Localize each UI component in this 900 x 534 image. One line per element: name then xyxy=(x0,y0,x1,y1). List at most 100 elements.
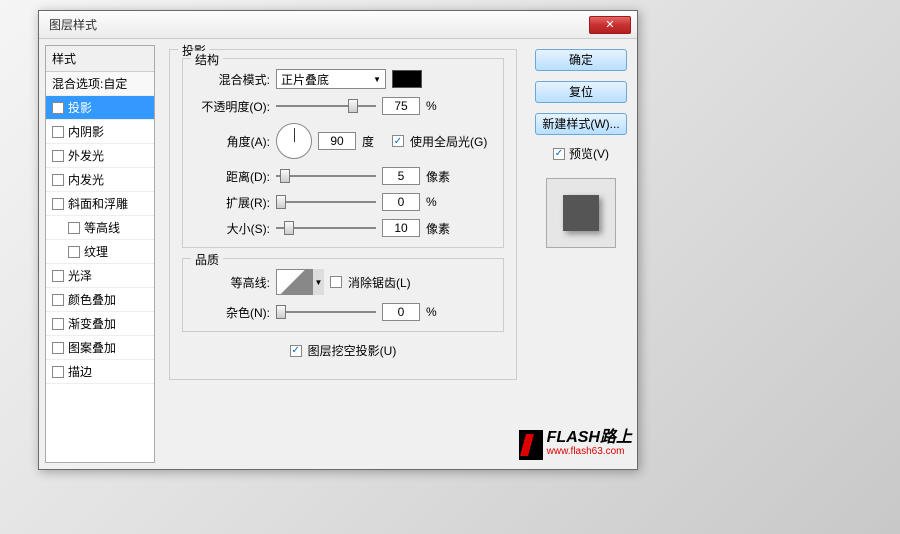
global-light-label: 使用全局光(G) xyxy=(410,133,487,150)
size-slider[interactable] xyxy=(276,220,376,236)
noise-label: 杂色(N): xyxy=(195,304,270,321)
sidebar-item-label: 投影 xyxy=(68,99,92,116)
size-unit: 像素 xyxy=(426,220,450,237)
ok-button[interactable]: 确定 xyxy=(535,49,627,71)
group-title: 品质 xyxy=(191,251,223,268)
checkbox-icon[interactable] xyxy=(52,150,64,162)
sidebar-item-label: 纹理 xyxy=(84,243,108,260)
sidebar-item-label: 内发光 xyxy=(68,171,104,188)
distance-unit: 像素 xyxy=(426,168,450,185)
checkbox-icon[interactable] xyxy=(52,102,64,114)
sidebar-item-label: 描边 xyxy=(68,363,92,380)
titlebar[interactable]: 图层样式 ✕ xyxy=(39,11,637,39)
checkbox-icon[interactable] xyxy=(52,318,64,330)
spread-slider[interactable] xyxy=(276,194,376,210)
distance-label: 距离(D): xyxy=(195,168,270,185)
contour-label: 等高线: xyxy=(195,274,270,291)
new-style-button[interactable]: 新建样式(W)... xyxy=(535,113,627,135)
size-row: 大小(S): 10 像素 xyxy=(195,219,491,237)
sidebar-item-outer-glow[interactable]: 外发光 xyxy=(46,144,154,168)
sidebar-item-label: 光泽 xyxy=(68,267,92,284)
contour-row: 等高线: ▼ 消除锯齿(L) xyxy=(195,269,491,295)
sidebar-item-drop-shadow[interactable]: 投影 xyxy=(46,96,154,120)
sidebar-item-texture[interactable]: 纹理 xyxy=(46,240,154,264)
checkbox-icon[interactable] xyxy=(52,174,64,186)
sidebar-item-label: 颜色叠加 xyxy=(68,291,116,308)
opacity-unit: % xyxy=(426,99,450,113)
angle-row: 角度(A): 90 度 使用全局光(G) xyxy=(195,123,491,159)
spread-label: 扩展(R): xyxy=(195,194,270,211)
distance-row: 距离(D): 5 像素 xyxy=(195,167,491,185)
right-column: 确定 复位 新建样式(W)... 预览(V) xyxy=(531,45,631,463)
preview-checkbox[interactable] xyxy=(553,148,565,160)
opacity-label: 不透明度(O): xyxy=(195,98,270,115)
opacity-slider[interactable] xyxy=(276,98,376,114)
checkbox-icon[interactable] xyxy=(68,222,80,234)
main-panel: 投影 结构 混合模式: 正片叠底 ▼ 不透明度(O): 75 xyxy=(161,45,525,463)
sidebar-item-label: 斜面和浮雕 xyxy=(68,195,128,212)
noise-row: 杂色(N): 0 % xyxy=(195,303,491,321)
knockout-checkbox[interactable] xyxy=(290,345,302,357)
size-input[interactable]: 10 xyxy=(382,219,420,237)
group-title: 结构 xyxy=(191,51,223,68)
chevron-down-icon: ▼ xyxy=(312,269,324,295)
angle-input[interactable]: 90 xyxy=(318,132,356,150)
checkbox-icon[interactable] xyxy=(52,198,64,210)
checkbox-icon[interactable] xyxy=(52,294,64,306)
size-label: 大小(S): xyxy=(195,220,270,237)
sidebar-blend-options[interactable]: 混合选项:自定 xyxy=(46,72,154,96)
preview-swatch xyxy=(563,195,599,231)
knockout-label: 图层挖空投影(U) xyxy=(308,342,397,359)
global-light-checkbox[interactable] xyxy=(392,135,404,147)
sidebar-item-stroke[interactable]: 描边 xyxy=(46,360,154,384)
checkbox-icon[interactable] xyxy=(52,366,64,378)
sidebar-item-label: 混合选项:自定 xyxy=(52,75,127,92)
distance-input[interactable]: 5 xyxy=(382,167,420,185)
angle-label: 角度(A): xyxy=(195,133,270,150)
sidebar-item-inner-shadow[interactable]: 内阴影 xyxy=(46,120,154,144)
watermark-url: www.flash63.com xyxy=(547,446,632,457)
sidebar-header: 样式 xyxy=(46,46,154,72)
checkbox-icon[interactable] xyxy=(52,342,64,354)
spread-row: 扩展(R): 0 % xyxy=(195,193,491,211)
opacity-input[interactable]: 75 xyxy=(382,97,420,115)
quality-group: 品质 等高线: ▼ 消除锯齿(L) 杂色(N): 0 xyxy=(182,258,504,332)
sidebar-item-inner-glow[interactable]: 内发光 xyxy=(46,168,154,192)
sidebar-item-contour[interactable]: 等高线 xyxy=(46,216,154,240)
cancel-button[interactable]: 复位 xyxy=(535,81,627,103)
contour-picker[interactable]: ▼ xyxy=(276,269,324,295)
spread-input[interactable]: 0 xyxy=(382,193,420,211)
checkbox-icon[interactable] xyxy=(52,270,64,282)
shadow-color-swatch[interactable] xyxy=(392,70,422,88)
blend-mode-label: 混合模式: xyxy=(195,71,270,88)
antialias-label: 消除锯齿(L) xyxy=(348,274,411,291)
sidebar-item-color-overlay[interactable]: 颜色叠加 xyxy=(46,288,154,312)
watermark-text: FLASH路上 xyxy=(547,430,632,446)
antialias-checkbox[interactable] xyxy=(330,276,342,288)
sidebar-item-pattern-overlay[interactable]: 图案叠加 xyxy=(46,336,154,360)
dialog-body: 样式 混合选项:自定 投影 内阴影 外发光 内发光 斜面和浮 xyxy=(39,39,637,469)
layer-style-dialog: 图层样式 ✕ 样式 混合选项:自定 投影 内阴影 外发光 内发光 xyxy=(38,10,638,470)
checkbox-icon[interactable] xyxy=(52,126,64,138)
sidebar-item-label: 渐变叠加 xyxy=(68,315,116,332)
close-button[interactable]: ✕ xyxy=(589,16,631,34)
contour-swatch-icon xyxy=(276,269,312,295)
watermark-text-block: FLASH路上 www.flash63.com xyxy=(547,430,632,457)
watermark: FLASH路上 www.flash63.com xyxy=(519,430,632,460)
sidebar-item-bevel[interactable]: 斜面和浮雕 xyxy=(46,192,154,216)
checkbox-icon[interactable] xyxy=(68,246,80,258)
knockout-row: 图层挖空投影(U) xyxy=(182,342,504,359)
preview-box xyxy=(546,178,616,248)
sidebar-item-label: 内阴影 xyxy=(68,123,104,140)
sidebar-item-gradient-overlay[interactable]: 渐变叠加 xyxy=(46,312,154,336)
noise-slider[interactable] xyxy=(276,304,376,320)
drop-shadow-fieldset: 投影 结构 混合模式: 正片叠底 ▼ 不透明度(O): 75 xyxy=(169,49,517,380)
sidebar-item-label: 图案叠加 xyxy=(68,339,116,356)
preview-row: 预览(V) xyxy=(553,145,609,162)
distance-slider[interactable] xyxy=(276,168,376,184)
sidebar-item-label: 等高线 xyxy=(84,219,120,236)
sidebar-item-satin[interactable]: 光泽 xyxy=(46,264,154,288)
blend-mode-select[interactable]: 正片叠底 ▼ xyxy=(276,69,386,89)
noise-input[interactable]: 0 xyxy=(382,303,420,321)
angle-dial[interactable] xyxy=(276,123,312,159)
